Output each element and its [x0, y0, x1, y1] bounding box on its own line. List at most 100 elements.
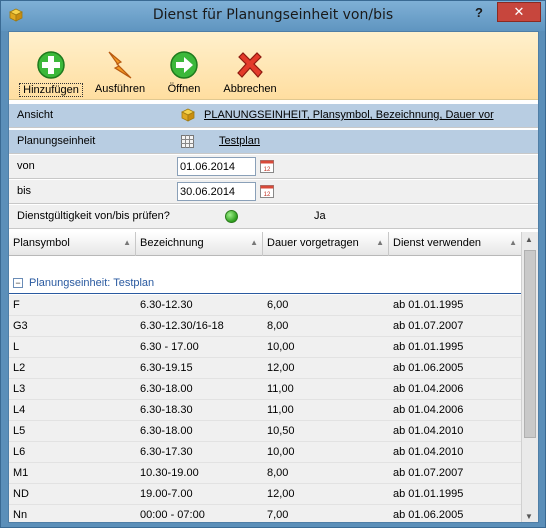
run-button-label: Ausführen [94, 83, 146, 95]
von-label: von [17, 160, 35, 172]
cell-bezeichnung: 6.30-12.30/16-18 [140, 320, 224, 332]
green-plus-circle-icon [37, 51, 65, 79]
cell-dienst: ab 01.06.2005 [393, 362, 464, 374]
table-row[interactable]: L 6.30 - 17.00 10,00 ab 01.01.1995 [9, 337, 521, 358]
column-header-dauer[interactable]: Dauer vorgetragen ▲ [263, 232, 389, 256]
collapse-icon[interactable]: − [13, 278, 23, 288]
von-row: von 12 [9, 155, 538, 179]
cell-dauer: 11,00 [267, 383, 294, 395]
cancel-button-label: Abbrechen [223, 83, 277, 95]
calendar-icon[interactable]: 12 [260, 184, 274, 198]
cell-bezeichnung: 6.30 - 17.00 [140, 341, 199, 353]
table-row[interactable]: L2 6.30-19.15 12,00 ab 01.06.2005 [9, 358, 521, 379]
table-row[interactable]: Nn 00:00 - 07:00 7,00 ab 01.06.2005 [9, 505, 521, 522]
planungseinheit-link[interactable]: Testplan [219, 135, 509, 147]
cell-bezeichnung: 10.30-19.00 [140, 467, 199, 479]
table-row[interactable]: L5 6.30-18.00 10,50 ab 01.04.2010 [9, 421, 521, 442]
cube-icon [181, 108, 195, 122]
dialog-window: Dienst für Planungseinheit von/bis ? ✕ H… [0, 0, 546, 528]
check-row: Dienstgültigkeit von/bis prüfen? Ja [9, 205, 538, 229]
calendar-icon[interactable]: 12 [260, 159, 274, 173]
sort-arrow-icon: ▲ [376, 238, 384, 247]
cell-dauer: 10,50 [267, 425, 295, 437]
cell-bezeichnung: 6.30-12.30 [140, 299, 193, 311]
cell-bezeichnung: 6.30-19.15 [140, 362, 193, 374]
ansicht-label: Ansicht [17, 109, 54, 121]
help-button[interactable]: ? [471, 5, 487, 23]
toolbar: Hinzufügen Ausführen Öffnen Abbrechen [9, 32, 538, 100]
open-button[interactable]: Öffnen [159, 50, 209, 98]
table-row[interactable]: M1 10.30-19.00 8,00 ab 01.07.2007 [9, 463, 521, 484]
scroll-down-icon[interactable]: ▼ [525, 512, 533, 521]
green-dot-icon[interactable] [225, 210, 238, 223]
table-row[interactable]: ND 19.00-7.00 12,00 ab 01.01.1995 [9, 484, 521, 505]
cell-plansymbol: L5 [13, 425, 26, 437]
cell-dauer: 12,00 [267, 362, 295, 374]
cell-bezeichnung: 00:00 - 07:00 [140, 509, 205, 521]
cell-plansymbol: F [13, 299, 20, 311]
grid-icon [181, 135, 194, 148]
von-date-input[interactable] [177, 157, 256, 176]
cell-dienst: ab 01.04.2006 [393, 383, 464, 395]
table-row[interactable]: L6 6.30-17.30 10,00 ab 01.04.2010 [9, 442, 521, 463]
run-button[interactable]: Ausführen [89, 50, 151, 98]
table-row[interactable]: L4 6.30-18.30 11,00 ab 01.04.2006 [9, 400, 521, 421]
cell-bezeichnung: 19.00-7.00 [140, 488, 193, 500]
column-header-plansymbol[interactable]: Plansymbol ▲ [9, 232, 136, 256]
cell-dauer: 8,00 [267, 467, 289, 479]
vertical-scrollbar[interactable]: ▲ ▼ [521, 232, 538, 522]
add-button-label: Hinzufügen [19, 83, 83, 97]
table-header: Plansymbol ▲ Bezeichnung ▲ Dauer vorgetr… [9, 232, 521, 256]
cell-dauer: 10,00 [267, 446, 295, 458]
bis-label: bis [17, 185, 32, 197]
column-header-bezeichnung[interactable]: Bezeichnung ▲ [136, 232, 263, 256]
window-title: Dienst für Planungseinheit von/bis [152, 7, 394, 23]
dialog-client: Hinzufügen Ausführen Öffnen Abbrechen An… [8, 31, 539, 523]
cell-plansymbol: Nn [13, 509, 28, 521]
column-header-label: Dauer vorgetragen [267, 237, 359, 249]
ansicht-link[interactable]: PLANUNGSEINHEIT, Plansymbol, Bezeichnung… [204, 109, 494, 121]
cell-dienst: ab 01.01.1995 [393, 341, 464, 353]
open-button-label: Öffnen [167, 83, 201, 95]
group-row[interactable]: − Planungseinheit: Testplan [9, 276, 521, 294]
bis-row: bis 12 [9, 180, 538, 204]
cell-dauer: 7,00 [267, 509, 289, 521]
column-header-dienst[interactable]: Dienst verwenden ▲ [389, 232, 521, 256]
cell-dienst: ab 01.07.2007 [393, 467, 464, 479]
column-header-label: Plansymbol [13, 237, 70, 249]
svg-text:12: 12 [264, 167, 271, 173]
table-body: F 6.30-12.30 6,00 ab 01.01.1995 G3 6.30-12.3… [9, 295, 521, 522]
planungseinheit-row: Planungseinheit Testplan [9, 130, 538, 154]
close-button[interactable]: ✕ [497, 2, 541, 22]
scrollbar-thumb[interactable] [524, 250, 536, 438]
cell-dauer: 6,00 [267, 299, 289, 311]
ansicht-row: Ansicht PLANUNGSEINHEIT, Plansymbol, Bez… [9, 104, 538, 128]
check-label: Dienstgültigkeit von/bis prüfen? [17, 210, 170, 222]
cell-dienst: ab 01.06.2005 [393, 509, 464, 521]
red-x-icon [237, 52, 263, 78]
cell-plansymbol: L6 [13, 446, 26, 458]
column-header-label: Dienst verwenden [393, 237, 482, 249]
table-row[interactable]: F 6.30-12.30 6,00 ab 01.01.1995 [9, 295, 521, 316]
scroll-up-icon[interactable]: ▲ [525, 235, 533, 244]
table-row[interactable]: G3 6.30-12.30/16-18 8,00 ab 01.07.2007 [9, 316, 521, 337]
results-table: Plansymbol ▲ Bezeichnung ▲ Dauer vorgetr… [9, 232, 538, 522]
cell-dienst: ab 01.04.2010 [393, 446, 464, 458]
sort-arrow-icon: ▲ [509, 238, 517, 247]
cell-dauer: 10,00 [267, 341, 295, 353]
cell-plansymbol: ND [13, 488, 29, 500]
table-row[interactable]: L3 6.30-18.00 11,00 ab 01.04.2006 [9, 379, 521, 400]
svg-text:12: 12 [264, 192, 271, 198]
green-arrow-circle-icon [170, 51, 198, 79]
cell-plansymbol: M1 [13, 467, 29, 479]
cell-dienst: ab 01.01.1995 [393, 299, 464, 311]
cell-bezeichnung: 6.30-18.00 [140, 383, 193, 395]
add-button[interactable]: Hinzufügen [19, 50, 83, 98]
cell-bezeichnung: 6.30-17.30 [140, 446, 193, 458]
cell-bezeichnung: 6.30-18.00 [140, 425, 193, 437]
bis-date-input[interactable] [177, 182, 256, 201]
cell-dienst: ab 01.04.2010 [393, 425, 464, 437]
cell-bezeichnung: 6.30-18.30 [140, 404, 193, 416]
title-bar[interactable]: Dienst für Planungseinheit von/bis ? ✕ [1, 1, 545, 31]
cancel-button[interactable]: Abbrechen [217, 50, 283, 98]
